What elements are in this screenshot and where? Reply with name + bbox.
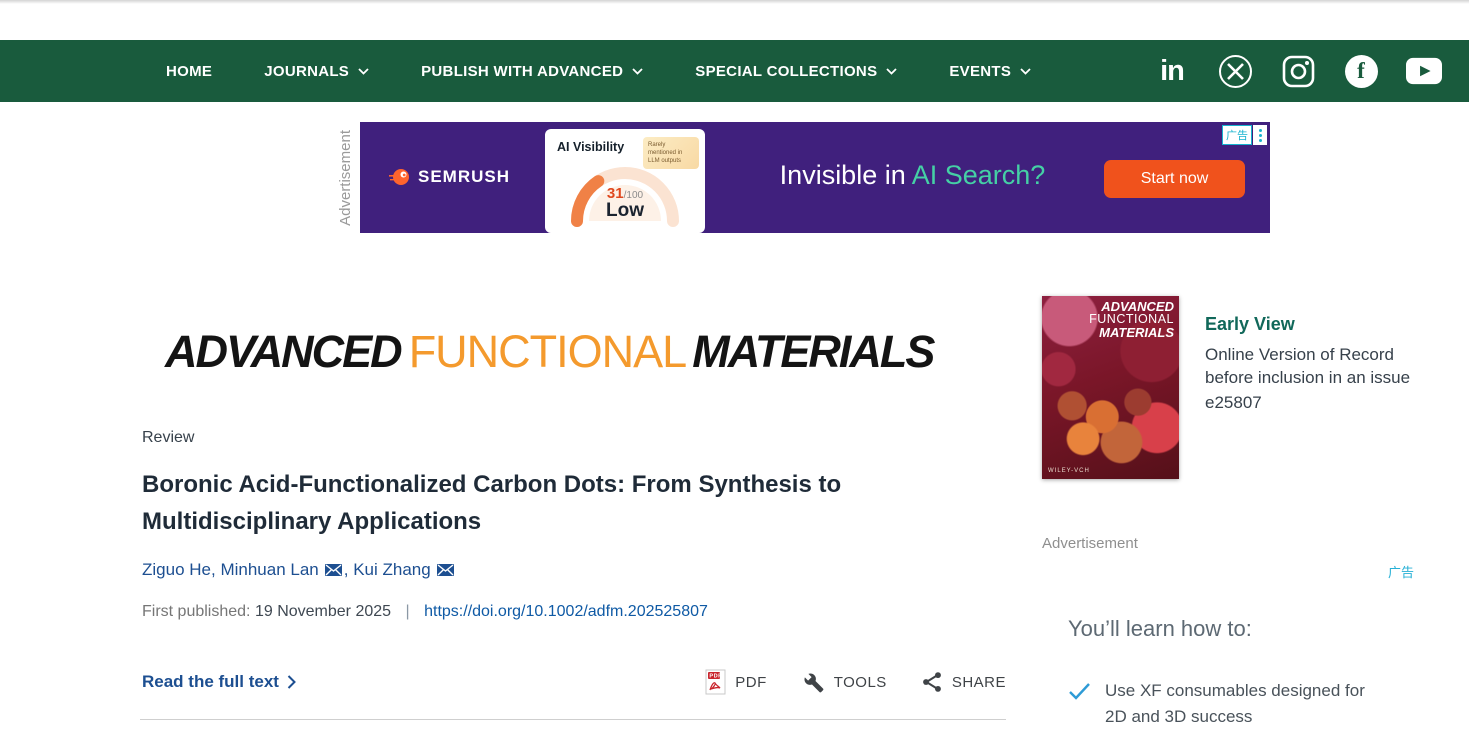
youtube-icon[interactable] [1406,53,1442,89]
nav-label: SPECIAL COLLECTIONS [695,63,877,80]
article-title: Boronic Acid-Functionalized Carbon Dots:… [142,466,1002,540]
page: HOME JOURNALS PUBLISH WITH ADVANCED SPEC… [0,0,1469,736]
sidebar-ad-cn-badge[interactable]: 广告 [1388,562,1414,581]
nav-label: EVENTS [949,63,1011,80]
svg-text:PDF: PDF [710,674,723,680]
sidebar-ad-item[interactable]: Use XF consumables designed for 2D and 3… [1068,678,1380,730]
checkmark-icon [1068,682,1091,702]
ai-visibility-card: AI Visibility Rarely mentioned in LLM ou… [545,129,705,233]
linkedin-icon[interactable]: in [1154,53,1190,89]
chevron-down-icon [358,68,369,75]
main-nav: HOME JOURNALS PUBLISH WITH ADVANCED SPEC… [0,40,1469,102]
x-twitter-icon[interactable] [1217,53,1253,89]
email-envelope-icon[interactable] [437,564,454,576]
tools-button[interactable]: TOOLS [801,670,887,694]
share-button[interactable]: SHARE [921,670,1006,694]
cover-title: ADVANCED FUNCTIONAL MATERIALS [1089,300,1174,339]
author-list: Ziguo He, Minhuan Lan, Kui Zhang [142,560,456,580]
sidebar-advertisement-label: Advertisement [1042,535,1138,552]
advertisement-side-label: Advertisement [333,122,357,233]
chevron-down-icon [886,68,897,75]
gauge-level: Low [545,200,705,222]
share-nodes-icon [921,670,943,694]
instagram-icon[interactable] [1280,53,1316,89]
early-view-status: Early View [1205,314,1295,335]
ad-banner[interactable]: SEMRUSH AI Visibility Rarely mentioned i… [360,122,1270,233]
article-actions: PDF PDF TOOLS SHARE [725,669,1006,695]
nav-item-journals[interactable]: JOURNALS [264,63,369,80]
ad-cn-badge[interactable]: 广告 [1222,125,1252,145]
nav-item-publish-with-advanced[interactable]: PUBLISH WITH ADVANCED [421,63,643,80]
pdf-file-icon: PDF [705,669,726,695]
cover-publisher: WILEY-VCH [1048,468,1090,474]
doi-link[interactable]: https://doi.org/10.1002/adfm.202525807 [424,603,708,620]
read-full-text-link[interactable]: Read the full text [142,672,296,692]
chevron-right-icon [287,675,296,689]
author-link[interactable]: Kui Zhang [353,560,431,579]
ad-options-icon[interactable] [1253,125,1267,145]
start-now-button[interactable]: Start now [1104,160,1245,198]
section-divider [140,719,1006,720]
ad-headline: Invisible in AI Search? [740,160,1085,191]
email-envelope-icon[interactable] [325,564,342,576]
top-border [0,0,1469,4]
nav-item-events[interactable]: EVENTS [949,63,1031,80]
nav-items: HOME JOURNALS PUBLISH WITH ADVANCED SPEC… [166,63,1031,80]
pdf-button[interactable]: PDF PDF [705,669,767,695]
author-link[interactable]: Ziguo He [142,560,211,579]
journal-logo[interactable]: ADVANCEDFUNCTIONALMATERIALS [165,326,933,378]
publication-info: First published: 19 November 2025 | http… [142,603,708,621]
nav-label: HOME [166,63,212,80]
chevron-down-icon [1020,68,1031,75]
journal-cover-image[interactable]: ADVANCED FUNCTIONAL MATERIALS WILEY-VCH [1042,296,1179,479]
semrush-logo: SEMRUSH [388,166,510,188]
article-id: e25807 [1205,393,1262,413]
sidebar-ad-heading: You’ll learn how to: [1068,616,1252,642]
ad-badges: 广告 [1222,125,1267,145]
wrench-icon [801,670,825,694]
nav-label: JOURNALS [264,63,349,80]
nav-label: PUBLISH WITH ADVANCED [421,63,623,80]
author-link[interactable]: Minhuan Lan [220,560,318,579]
semrush-ball-icon [388,166,410,188]
social-links: in f [1154,40,1442,102]
chevron-down-icon [632,68,643,75]
gauge-title: AI Visibility [557,140,624,154]
article-type: Review [142,429,194,447]
facebook-icon[interactable]: f [1343,53,1379,89]
early-view-description: Online Version of Record before inclusio… [1205,343,1440,389]
nav-item-home[interactable]: HOME [166,63,212,80]
nav-item-special-collections[interactable]: SPECIAL COLLECTIONS [695,63,897,80]
